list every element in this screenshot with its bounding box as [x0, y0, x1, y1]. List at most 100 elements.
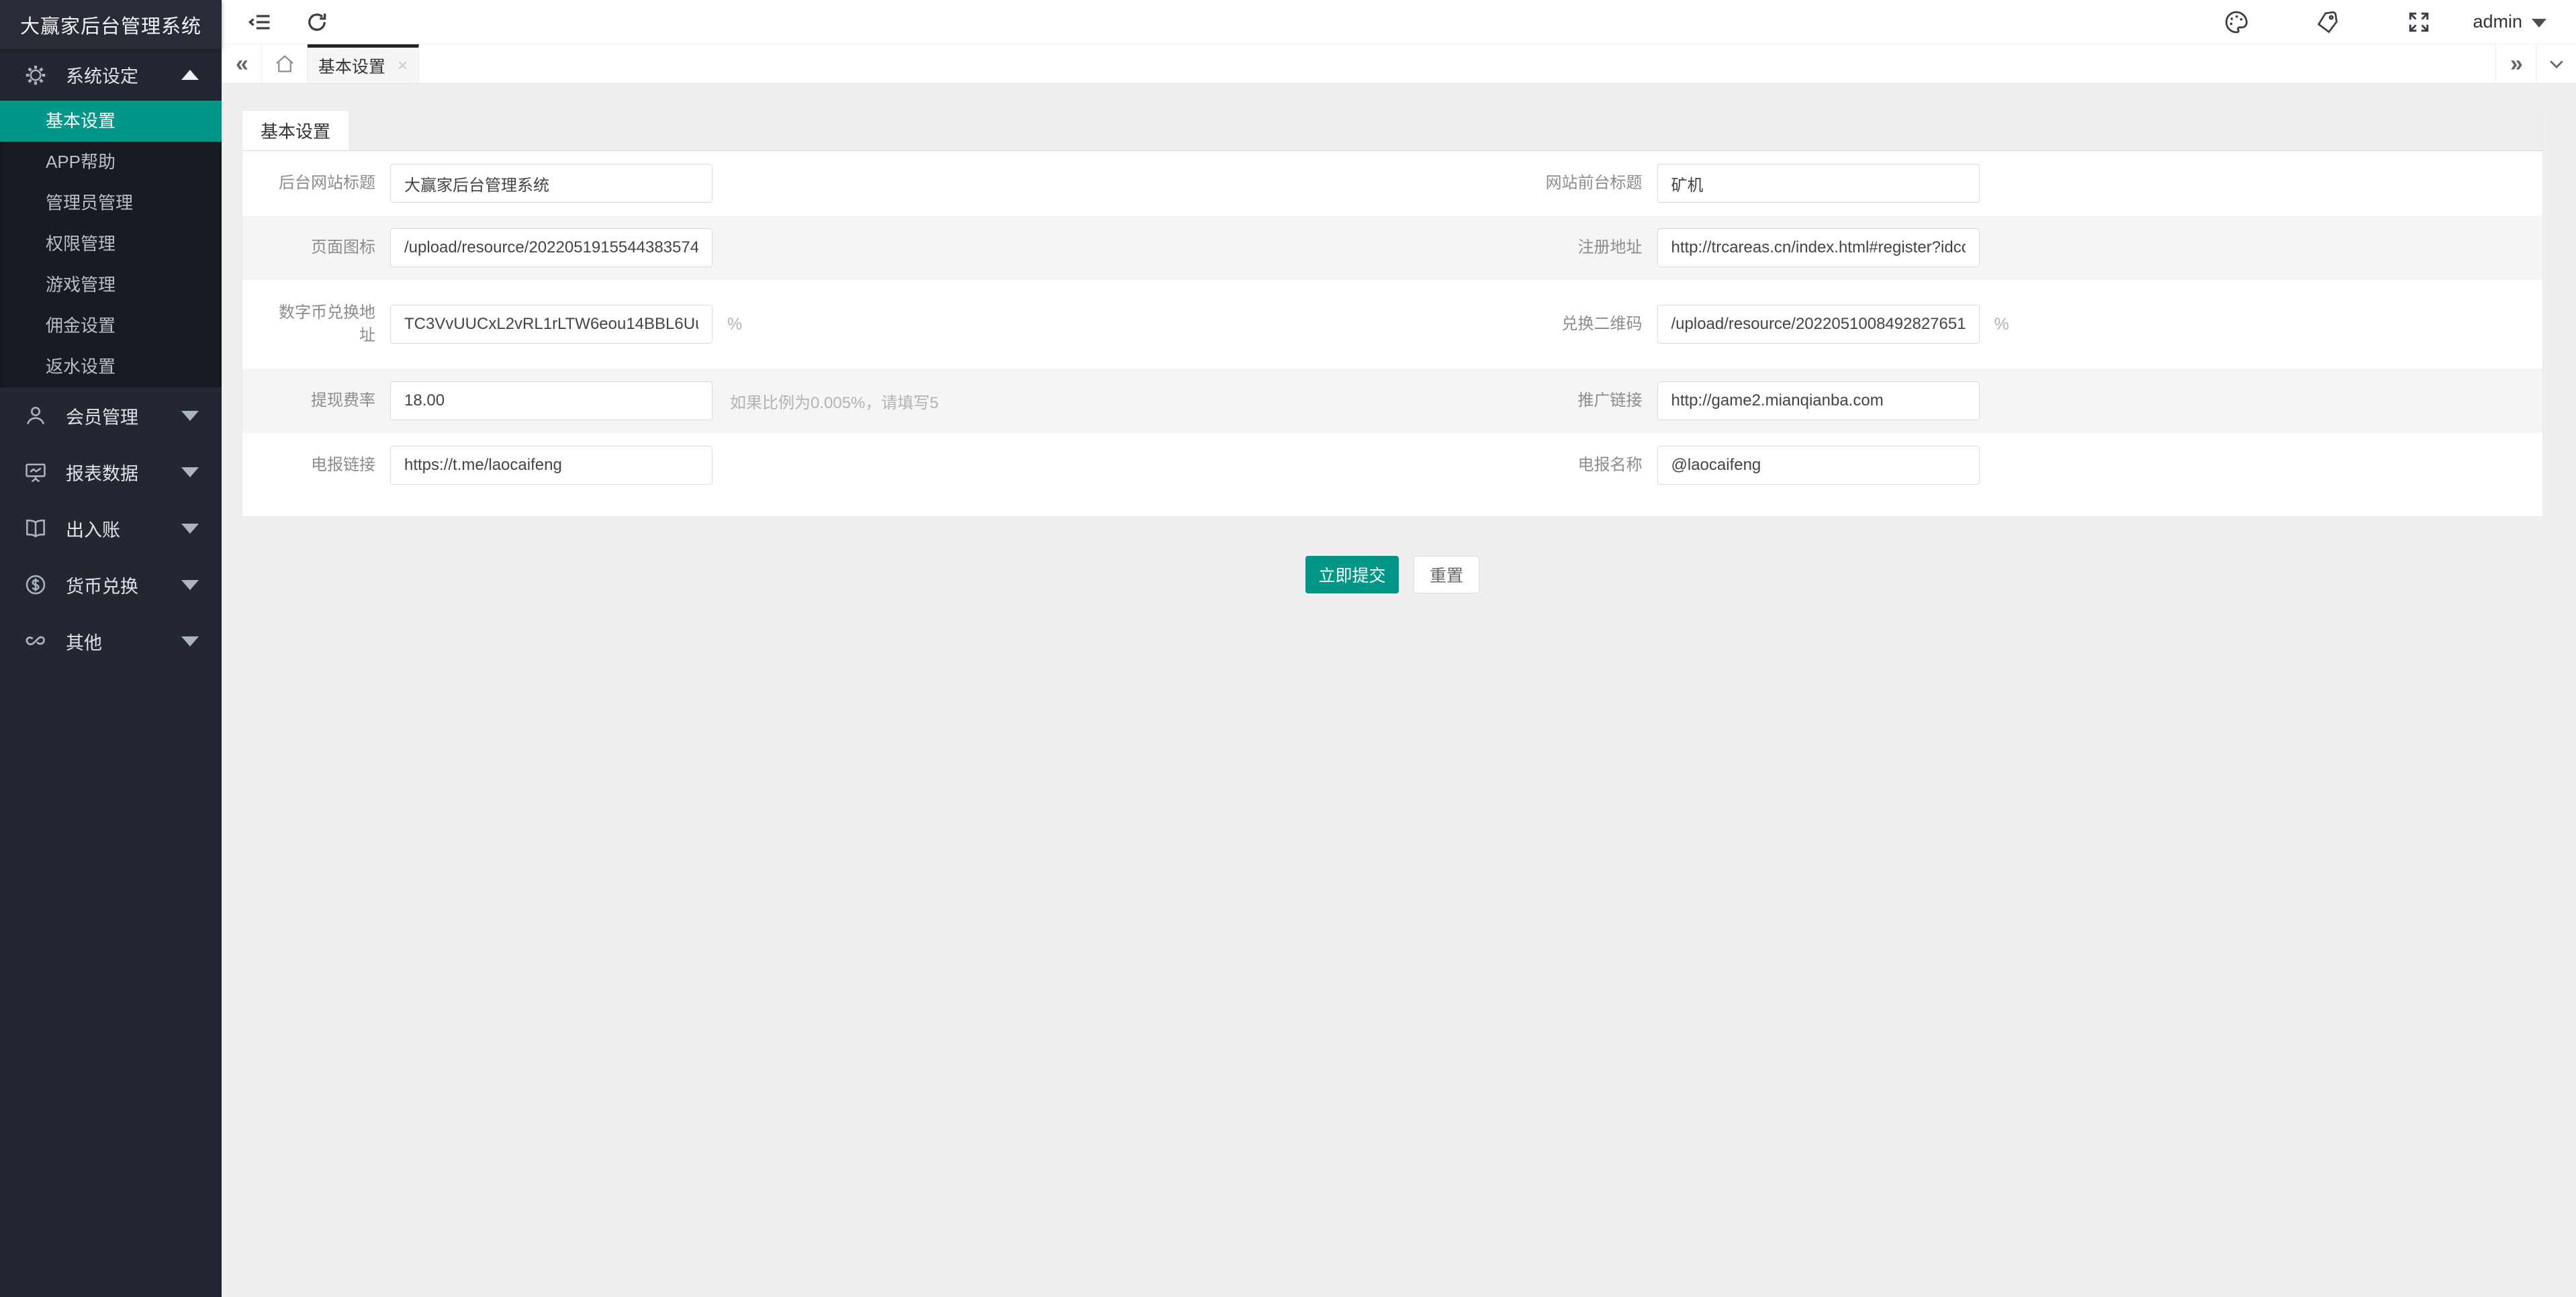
field-promo-link: 推广链接: [1393, 381, 2543, 420]
form-row: 提现费率 如果比例为0.005%，请填写5 推广链接: [242, 369, 2542, 433]
tabs-scroll-right-button[interactable]: »: [2495, 44, 2536, 83]
field-hint: 如果比例为0.005%，请填写5: [730, 389, 939, 413]
field-withdraw-fee-rate: 提现费率 如果比例为0.005%，请填写5: [242, 381, 1393, 420]
field-label: 兑换二维码: [1393, 313, 1643, 336]
content-area: 基本设置 后台网站标题 网站前台标题 页面图标: [222, 84, 2576, 593]
sidebar-item-admin-management[interactable]: 管理员管理: [0, 183, 222, 224]
topbar: admin: [222, 0, 2576, 44]
exchange-qrcode-input[interactable]: [1657, 305, 1980, 344]
infinity-icon: [23, 628, 48, 654]
double-chevron-right-icon: »: [2510, 51, 2522, 77]
sidebar: 大赢家后台管理系统 系统设定 基本设置 APP帮助 管理员: [0, 0, 222, 1297]
tab-label: 基本设置: [318, 54, 385, 78]
sidebar-item-game-management[interactable]: 游戏管理: [0, 265, 222, 305]
double-chevron-left-icon: «: [236, 51, 247, 77]
sidebar-group-currency-exchange[interactable]: 货币兑换: [0, 557, 222, 613]
main-area: admin « 基本设置 × »: [222, 0, 2576, 1297]
theme-palette-icon[interactable]: [2217, 3, 2255, 41]
chevron-down-icon: [181, 636, 199, 646]
sidebar-item-permission-management[interactable]: 权限管理: [0, 224, 222, 265]
settings-panel: 基本设置 后台网站标题 网站前台标题 页面图标: [242, 110, 2543, 517]
sidebar-header: 大赢家后台管理系统: [0, 0, 222, 49]
collapse-sidebar-icon[interactable]: [242, 3, 279, 41]
sidebar-group-ledger[interactable]: 出入账: [0, 500, 222, 557]
sidebar-item-commission-settings[interactable]: 佣金设置: [0, 305, 222, 346]
field-telegram-link: 电报链接: [242, 446, 1393, 485]
user-menu[interactable]: admin: [2473, 11, 2546, 32]
sidebar-group-label: 货币兑换: [66, 572, 181, 598]
field-label: 网站前台标题: [1393, 172, 1643, 195]
promo-link-input[interactable]: [1657, 381, 1980, 420]
tabs-scroll-left-button[interactable]: «: [222, 44, 262, 83]
field-telegram-name: 电报名称: [1393, 446, 2543, 485]
sidebar-group-label: 系统设定: [66, 62, 181, 88]
field-label: 提现费率: [242, 389, 375, 412]
field-label: 注册地址: [1393, 236, 1643, 259]
frontend-site-title-input[interactable]: [1657, 164, 1980, 203]
field-label: 推广链接: [1393, 389, 1643, 412]
chevron-up-icon: [181, 70, 199, 80]
username: admin: [2473, 11, 2522, 32]
page-tabs-bar: « 基本设置 × »: [222, 44, 2576, 84]
telegram-name-input[interactable]: [1657, 446, 1980, 485]
tag-icon[interactable]: [2309, 3, 2346, 41]
sidebar-group-other[interactable]: 其他: [0, 613, 222, 669]
sidebar-group-reports[interactable]: 报表数据: [0, 444, 222, 500]
sidebar-group-label: 会员管理: [66, 403, 181, 429]
fullscreen-icon[interactable]: [2400, 3, 2438, 41]
field-register-url: 注册地址: [1393, 228, 2543, 267]
dollar-circle-icon: [23, 572, 48, 597]
sidebar-group-members[interactable]: 会员管理: [0, 387, 222, 444]
tabs-menu-button[interactable]: [2536, 44, 2576, 83]
form-row: 后台网站标题 网站前台标题: [242, 151, 2542, 215]
chevron-down-icon: [181, 580, 199, 590]
telegram-link-input[interactable]: [390, 446, 712, 485]
reset-button[interactable]: 重置: [1414, 556, 1479, 593]
home-tab-button[interactable]: [262, 44, 308, 83]
chart-board-icon: [23, 459, 48, 485]
percent-suffix: %: [727, 315, 742, 334]
form-actions: 立即提交 重置: [242, 556, 2543, 593]
panel-tab-basic-settings[interactable]: 基本设置: [242, 111, 349, 150]
settings-form: 后台网站标题 网站前台标题 页面图标 注册地址: [242, 151, 2542, 516]
sidebar-item-app-help[interactable]: APP帮助: [0, 142, 222, 183]
form-row: 电报链接 电报名称: [242, 433, 2542, 497]
chevron-down-icon: [2546, 54, 2567, 74]
field-label: 数字币兑换地址: [242, 301, 375, 347]
field-exchange-qrcode: 兑换二维码 %: [1393, 305, 2543, 344]
chevron-down-icon: [2532, 19, 2546, 28]
field-backend-site-title: 后台网站标题: [242, 164, 1393, 203]
gear-icon: [23, 62, 48, 88]
field-crypto-exchange-address: 数字币兑换地址 %: [242, 301, 1393, 347]
field-label: 电报名称: [1393, 454, 1643, 477]
field-page-icon: 页面图标: [242, 228, 1393, 267]
field-label: 电报链接: [242, 454, 375, 477]
sidebar-item-rebate-settings[interactable]: 返水设置: [0, 346, 222, 387]
sidebar-group-system-settings[interactable]: 系统设定: [0, 49, 222, 101]
page-icon-input[interactable]: [390, 228, 712, 267]
percent-suffix: %: [1994, 315, 2009, 334]
sidebar-item-basic-settings[interactable]: 基本设置: [0, 101, 222, 142]
sidebar-submenu: 基本设置 APP帮助 管理员管理 权限管理 游戏管理 佣金设置 返水设置: [0, 101, 222, 387]
submit-button[interactable]: 立即提交: [1305, 556, 1399, 593]
sidebar-menu: 系统设定 基本设置 APP帮助 管理员管理 权限管理 游戏管理 佣金设置 返水设…: [0, 49, 222, 696]
form-row: 数字币兑换地址 % 兑换二维码 %: [242, 280, 2542, 369]
refresh-icon[interactable]: [298, 3, 336, 41]
withdraw-fee-rate-input[interactable]: [390, 381, 712, 420]
sidebar-group-label: 其他: [66, 628, 181, 655]
field-frontend-site-title: 网站前台标题: [1393, 164, 2543, 203]
chevron-down-icon: [181, 411, 199, 421]
close-icon[interactable]: ×: [398, 55, 408, 76]
field-label: 页面图标: [242, 236, 375, 259]
register-url-input[interactable]: [1657, 228, 1980, 267]
tab-basic-settings[interactable]: 基本设置 ×: [308, 44, 419, 83]
panel-tab-bar: 基本设置: [242, 111, 2542, 151]
sidebar-group-label: 报表数据: [66, 459, 181, 485]
sidebar-group-label: 出入账: [66, 516, 181, 542]
crypto-exchange-address-input[interactable]: [390, 305, 712, 344]
home-icon: [273, 52, 296, 75]
book-icon: [23, 516, 48, 541]
chevron-down-icon: [181, 524, 199, 534]
backend-site-title-input[interactable]: [390, 164, 712, 203]
user-icon: [23, 403, 48, 428]
